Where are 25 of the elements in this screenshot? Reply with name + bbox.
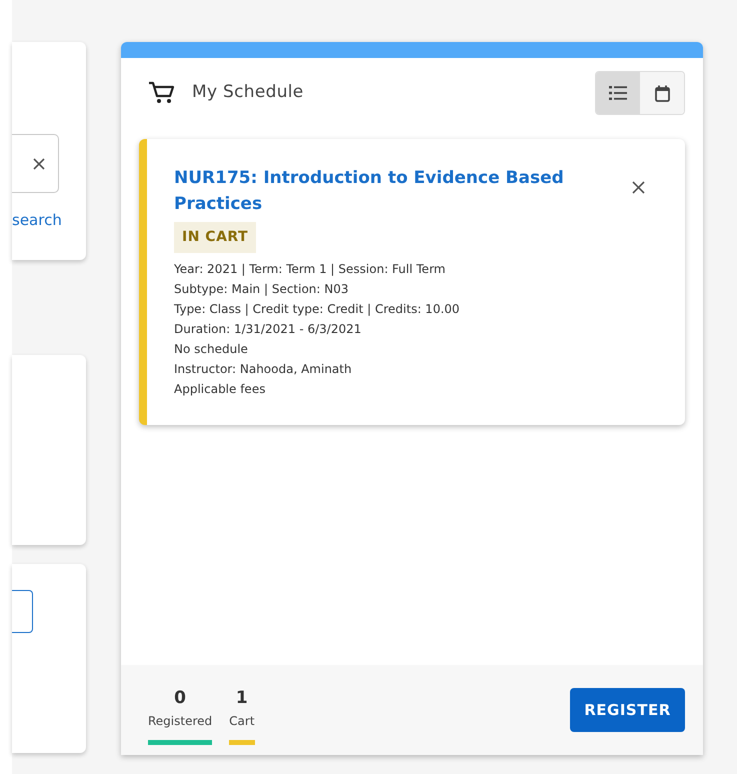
- calendar-icon: [654, 84, 670, 102]
- list-view-button[interactable]: [596, 72, 640, 114]
- course-detail: Year: 2021 | Term: Term 1 | Session: Full Term: [174, 261, 446, 278]
- calendar-view-button[interactable]: [640, 72, 684, 114]
- search-field[interactable]: [12, 134, 59, 193]
- course-detail: Subtype: Main | Section: N03: [174, 281, 349, 298]
- stat-value: 0: [174, 687, 186, 709]
- course-detail: Applicable fees: [174, 381, 266, 398]
- stat-value: 1: [236, 687, 248, 709]
- register-button[interactable]: REGISTER: [570, 688, 685, 732]
- list-icon: [609, 86, 627, 100]
- outlined-button[interactable]: [12, 590, 33, 633]
- stat-label: Registered: [148, 713, 212, 730]
- clear-icon[interactable]: [33, 158, 45, 170]
- cart-icon: [148, 81, 175, 105]
- course-detail: Duration: 1/31/2021 - 6/3/2021: [174, 321, 362, 338]
- course-detail: Instructor: Nahooda, Aminath: [174, 361, 352, 378]
- course-detail: No schedule: [174, 341, 248, 358]
- panel-title: My Schedule: [192, 81, 304, 104]
- search-link[interactable]: search: [12, 213, 86, 228]
- status-badge: IN CART: [174, 222, 256, 253]
- course-title-link[interactable]: NUR175: Introduction to Evidence Based Practices: [174, 165, 564, 217]
- course-detail: Type: Class | Credit type: Credit | Credits: 10.00: [174, 301, 460, 318]
- close-icon[interactable]: [632, 181, 645, 194]
- stat-label: Cart: [229, 713, 255, 730]
